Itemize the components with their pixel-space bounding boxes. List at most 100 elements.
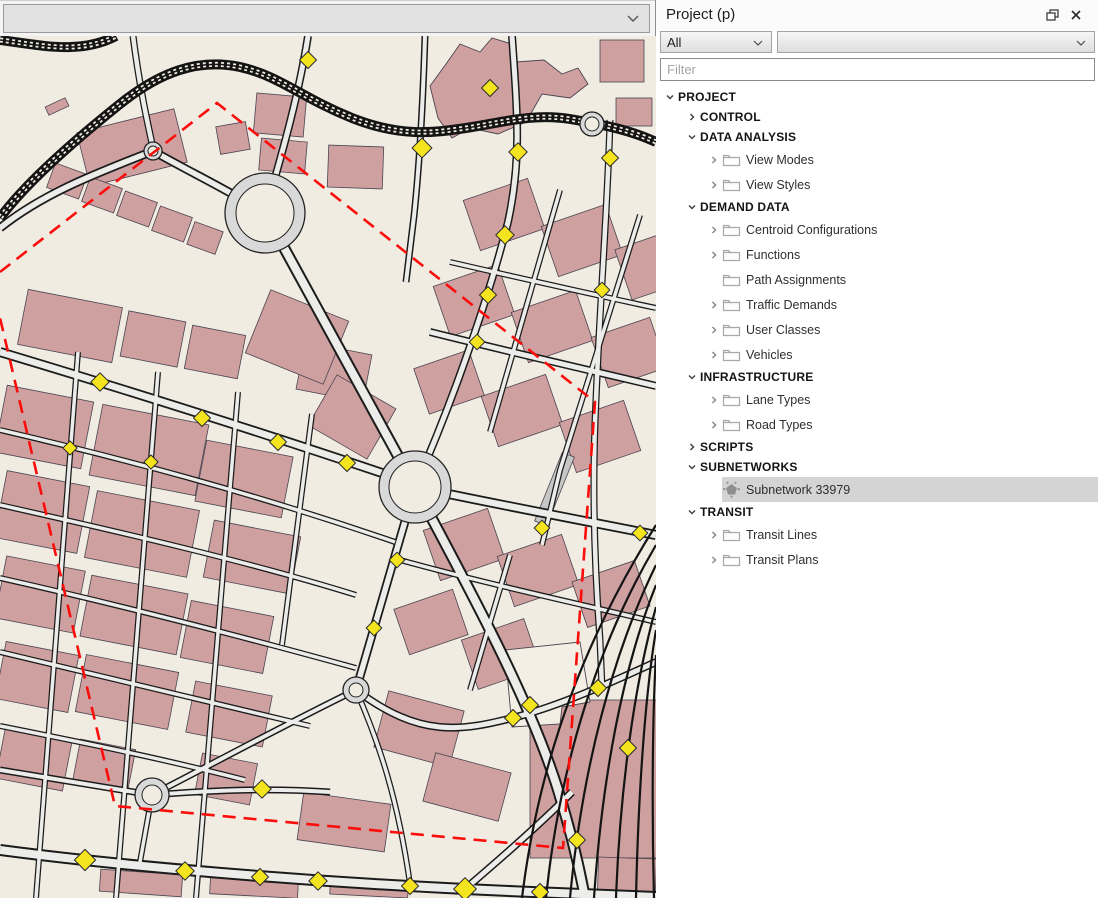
tree-item-traffic-demands[interactable]: Traffic Demands [656,292,1098,317]
tree-item-body[interactable]: View Modes [722,147,1098,172]
tree-item-body[interactable]: Transit Plans [722,547,1098,572]
tree-item-path-assignments[interactable]: Path Assignments [656,267,1098,292]
chevron-right-icon[interactable] [709,180,719,190]
tree-expander[interactable] [706,325,722,335]
folder-icon [722,552,741,567]
tree-expander[interactable] [684,202,700,212]
chevron-down-icon[interactable] [687,132,697,142]
tree-expander[interactable] [684,132,700,142]
tree-expander[interactable] [706,250,722,260]
tree-expander[interactable] [662,92,678,102]
tree-item-scripts[interactable]: SCRIPTS [656,437,1098,457]
tree-item-body[interactable]: Subnetwork 33979 [722,477,1098,502]
chevron-right-icon[interactable] [709,250,719,260]
tree-item-body[interactable]: Transit Lines [722,522,1098,547]
chevron-down-icon [745,35,771,50]
folder-icon [722,297,741,312]
tree-expander[interactable] [706,300,722,310]
chevron-down-icon[interactable] [687,202,697,212]
float-panel-button[interactable] [1040,5,1064,25]
tree-item-body[interactable]: SCRIPTS [700,437,1098,457]
tree-expander[interactable] [706,350,722,360]
tree-item-view-styles[interactable]: View Styles [656,172,1098,197]
chevron-right-icon[interactable] [687,112,697,122]
tree-item-control[interactable]: CONTROL [656,107,1098,127]
tree-item-view-modes[interactable]: View Modes [656,147,1098,172]
chevron-right-icon[interactable] [709,530,719,540]
type-filter-dropdown[interactable]: All [660,31,772,53]
map-building [327,145,383,189]
tree-expander[interactable] [684,372,700,382]
filter-input[interactable] [660,58,1095,81]
tree-item-label: INFRASTRUCTURE [700,370,813,384]
tree-expander[interactable] [706,180,722,190]
tree-expander[interactable] [706,395,722,405]
tree-item-body[interactable]: INFRASTRUCTURE [700,367,1098,387]
tree-item-transit[interactable]: TRANSIT [656,502,1098,522]
tree-expander[interactable] [706,555,722,565]
chevron-right-icon[interactable] [709,420,719,430]
tree-item-body[interactable]: Path Assignments [722,267,1098,292]
chevron-right-icon[interactable] [709,395,719,405]
tree-expander[interactable] [684,462,700,472]
tree-item-vehicles[interactable]: Vehicles [656,342,1098,367]
chevron-down-icon[interactable] [687,462,697,472]
tree-item-body[interactable]: Functions [722,242,1098,267]
tree-item-body[interactable]: View Styles [722,172,1098,197]
tree-item-subnetworks[interactable]: SUBNETWORKS [656,457,1098,477]
chevron-right-icon[interactable] [709,555,719,565]
chevron-down-icon[interactable] [665,92,675,102]
tree-item-body[interactable]: Road Types [722,412,1098,437]
tree-item-transit-lines[interactable]: Transit Lines [656,522,1098,547]
tree-item-user-classes[interactable]: User Classes [656,317,1098,342]
tree-item-body[interactable]: DEMAND DATA [700,197,1098,217]
tree-expander[interactable] [684,442,700,452]
tree-item-subnetwork-33979[interactable]: Subnetwork 33979 [656,477,1098,502]
map-building [600,40,644,82]
chevron-down-icon[interactable] [687,372,697,382]
chevron-right-icon[interactable] [709,300,719,310]
tree-item-body[interactable]: SUBNETWORKS [700,457,1098,477]
tree-item-label: Functions [746,248,800,262]
tree-item-centroid-configurations[interactable]: Centroid Configurations [656,217,1098,242]
map-roundabout-island [389,461,441,513]
secondary-filter-dropdown[interactable] [777,31,1095,53]
tree-item-functions[interactable]: Functions [656,242,1098,267]
chevron-down-icon[interactable] [687,507,697,517]
tree-expander[interactable] [706,225,722,235]
tree-item-body[interactable]: User Classes [722,317,1098,342]
map-canvas[interactable] [0,36,656,898]
tree-expander[interactable] [706,420,722,430]
tree-item-label: Road Types [746,418,812,432]
tree-item-body[interactable]: DATA ANALYSIS [700,127,1098,147]
tree-expander[interactable] [706,155,722,165]
map-toolbar [0,0,655,36]
tree-item-project[interactable]: PROJECT [656,87,1098,107]
chevron-right-icon[interactable] [687,442,697,452]
tree-item-body[interactable]: Vehicles [722,342,1098,367]
tree-item-body[interactable]: Lane Types [722,387,1098,412]
tree-item-road-types[interactable]: Road Types [656,412,1098,437]
tree-item-infrastructure[interactable]: INFRASTRUCTURE [656,367,1098,387]
tree-item-demand-data[interactable]: DEMAND DATA [656,197,1098,217]
subnetwork-icon [722,481,741,498]
folder-icon [722,177,741,192]
view-mode-dropdown[interactable] [3,4,650,33]
chevron-right-icon[interactable] [709,350,719,360]
chevron-right-icon[interactable] [709,225,719,235]
tree-item-body[interactable]: PROJECT [678,87,1098,107]
tree-item-body[interactable]: Traffic Demands [722,292,1098,317]
close-panel-button[interactable] [1064,5,1088,25]
tree-expander[interactable] [684,507,700,517]
tree-item-body[interactable]: CONTROL [700,107,1098,127]
tree-expander[interactable] [684,112,700,122]
tree-item-data-analysis[interactable]: DATA ANALYSIS [656,127,1098,147]
chevron-right-icon[interactable] [709,325,719,335]
tree-item-transit-plans[interactable]: Transit Plans [656,547,1098,572]
tree-expander[interactable] [706,530,722,540]
tree-item-body[interactable]: TRANSIT [700,502,1098,522]
tree-item-body[interactable]: Centroid Configurations [722,217,1098,242]
panel-title: Project (p) [666,6,1040,23]
chevron-right-icon[interactable] [709,155,719,165]
tree-item-lane-types[interactable]: Lane Types [656,387,1098,412]
